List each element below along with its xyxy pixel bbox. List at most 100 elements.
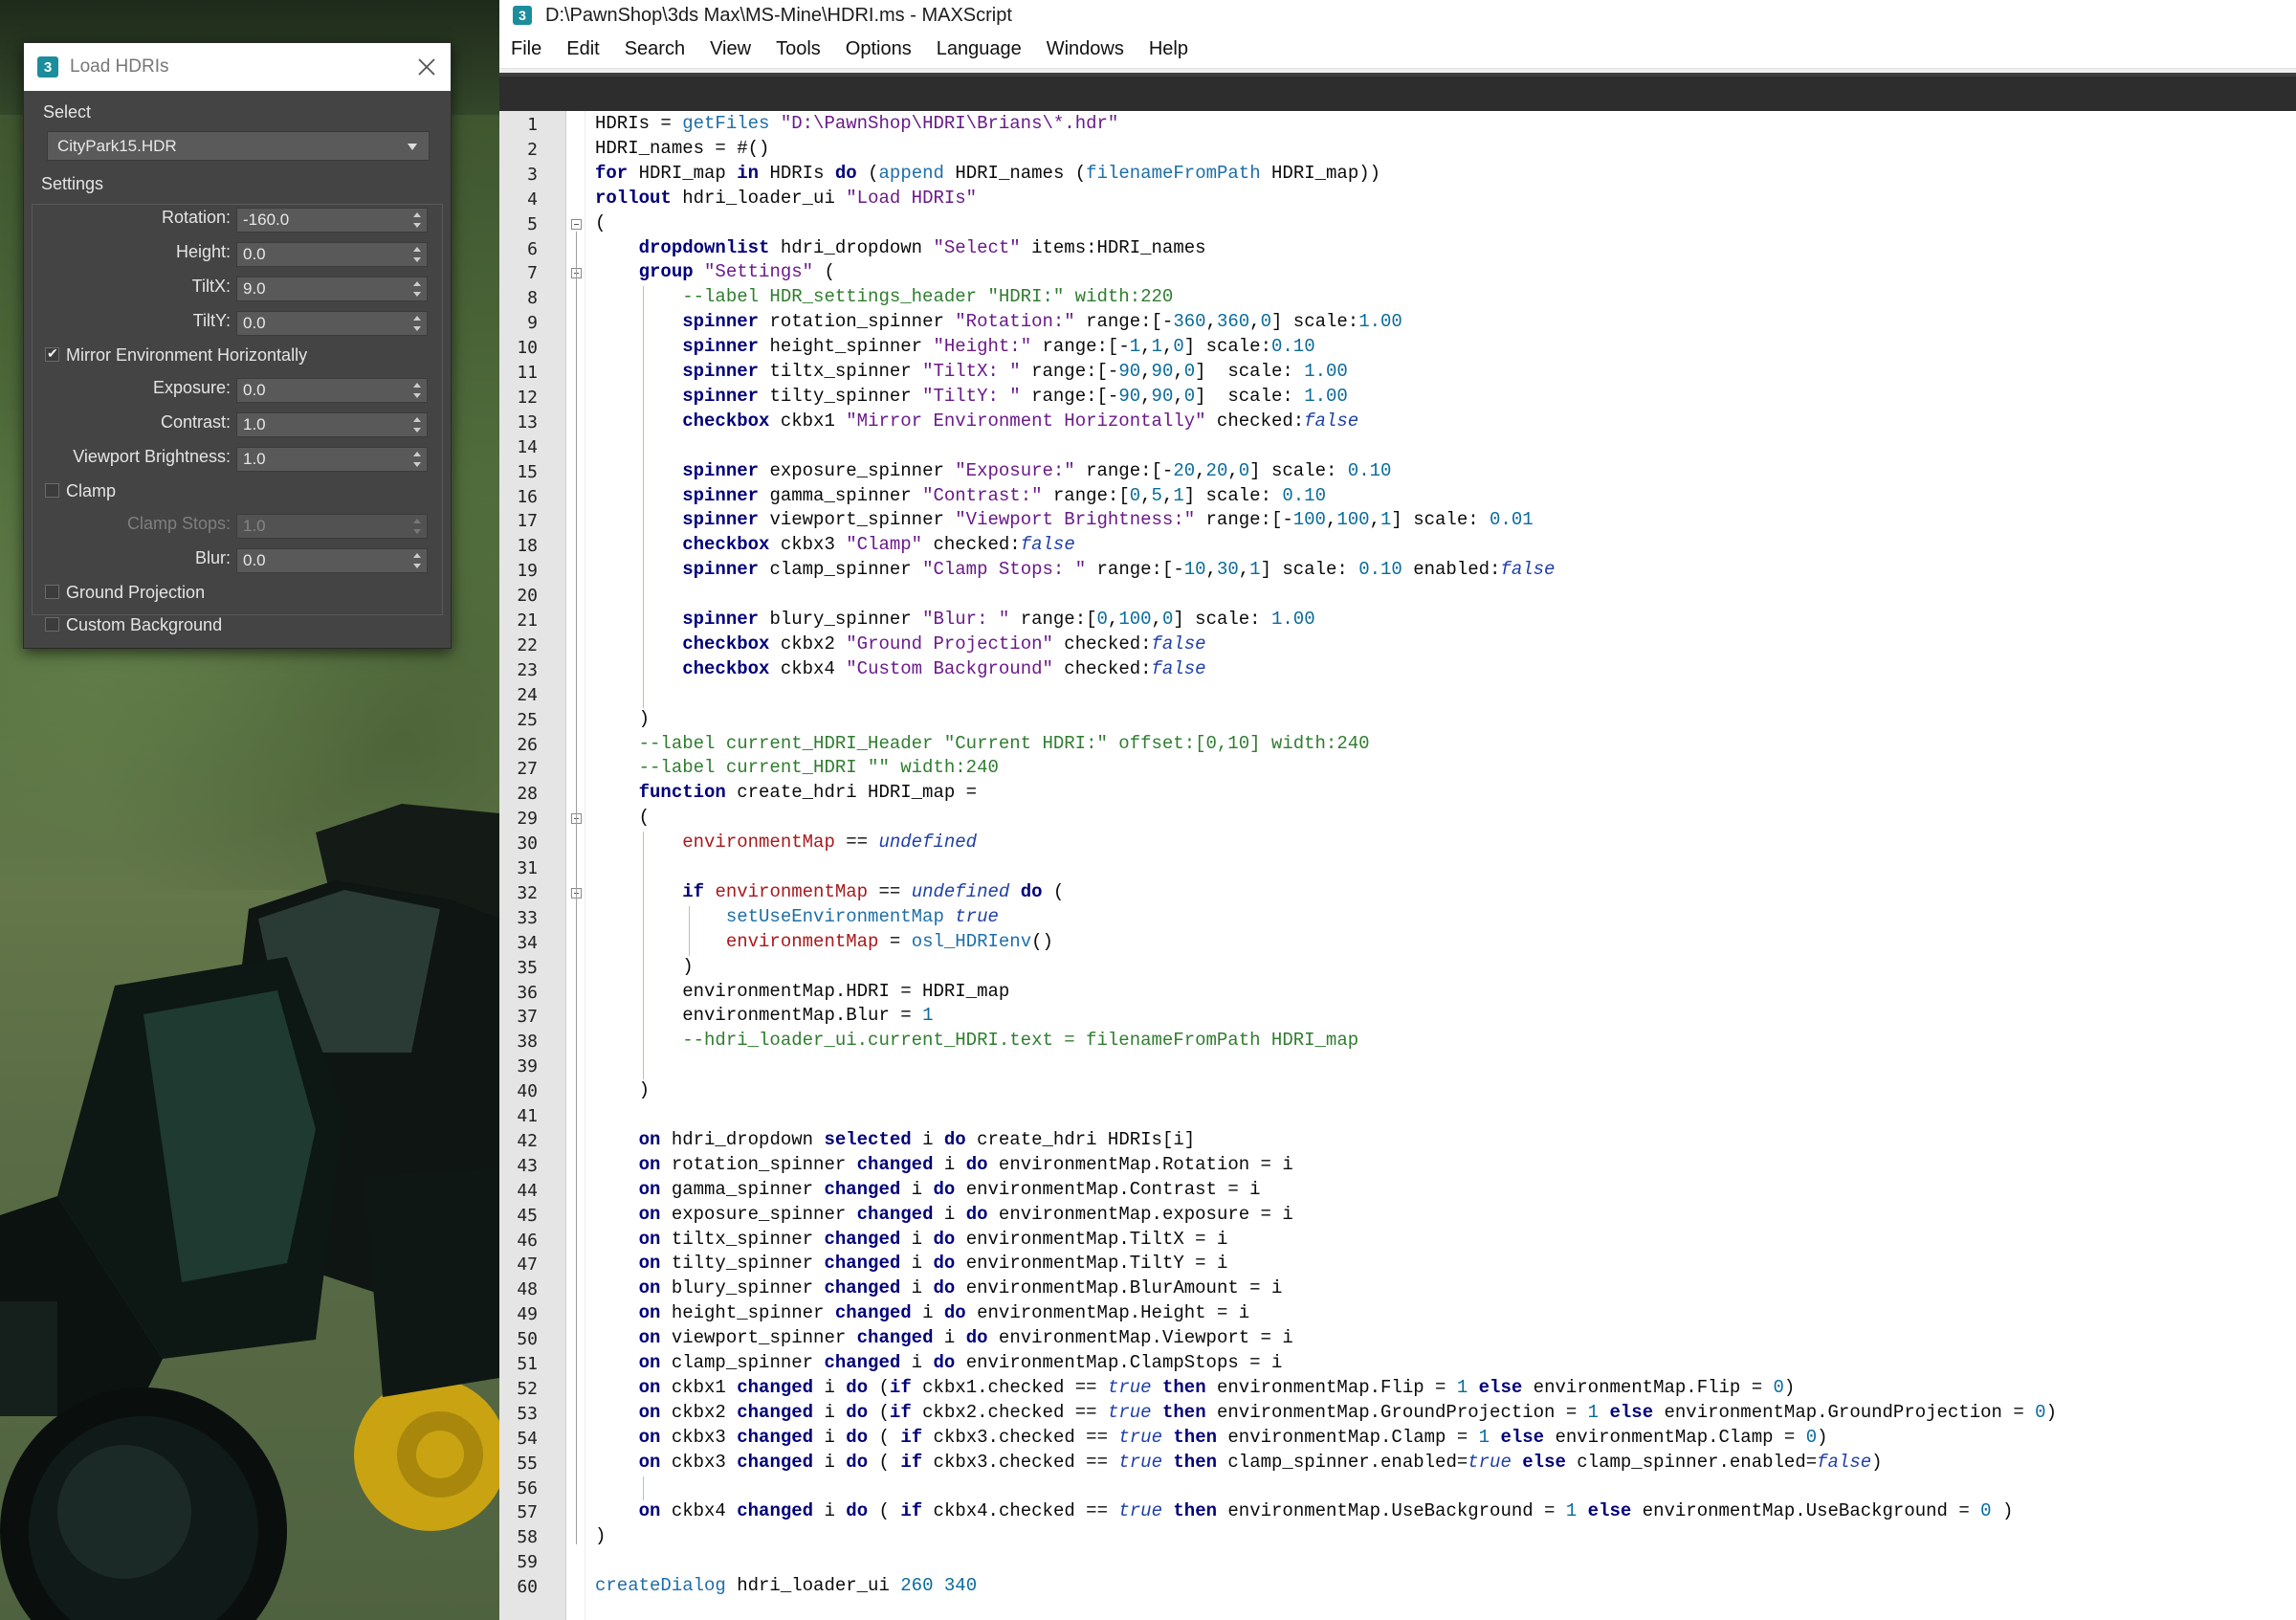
- clamp-stops-spinner: 1.0: [236, 514, 428, 539]
- code-line[interactable]: ): [595, 956, 693, 977]
- line-number: 15: [517, 461, 538, 482]
- spinner-arrows-icon[interactable]: [413, 281, 421, 297]
- code-line[interactable]: checkbox ckbx4 "Custom Background" check…: [595, 658, 1205, 679]
- code-line[interactable]: spinner tiltx_spinner "TiltX: " range:[-…: [595, 361, 1348, 382]
- spinner-arrows-icon[interactable]: [413, 383, 421, 398]
- code-line[interactable]: function create_hdri HDRI_map =: [595, 782, 977, 803]
- code-line[interactable]: checkbox ckbx2 "Ground Projection" check…: [595, 633, 1205, 655]
- code-line[interactable]: on ckbx4 changed i do ( if ckbx4.checked…: [595, 1500, 2014, 1521]
- contrast-spinner[interactable]: 1.0: [236, 412, 428, 437]
- menu-view[interactable]: View: [708, 34, 753, 64]
- code-line[interactable]: checkbox ckbx3 "Clamp" checked:false: [595, 534, 1075, 555]
- code-line[interactable]: environmentMap.HDRI = HDRI_map: [595, 981, 1009, 1002]
- clamp-checkbox[interactable]: [45, 483, 59, 498]
- mirror-checkbox[interactable]: [45, 345, 59, 362]
- blur-spinner[interactable]: 0.0: [236, 548, 428, 573]
- custom-background-checkbox[interactable]: [45, 617, 59, 632]
- code-editor[interactable]: 1 2 3 4 5 6 7 8 9 10 11 12 13 14 15 16 17 18 19 20 21 22 23 24 2…: [499, 111, 2296, 1620]
- code-line[interactable]: on ckbx2 changed i do (if ckbx2.checked …: [595, 1402, 2057, 1423]
- tilty-spinner[interactable]: 0.0: [236, 311, 428, 336]
- code-line[interactable]: rollout hdri_loader_ui "Load HDRIs": [595, 188, 977, 209]
- line-number: 52: [517, 1378, 538, 1399]
- code-line[interactable]: --label current_HDRI "" width:240: [595, 757, 999, 778]
- tiltx-value: 9.0: [243, 279, 266, 298]
- menu-edit[interactable]: Edit: [564, 34, 601, 64]
- line-number: 8: [527, 288, 538, 309]
- code-line[interactable]: ): [595, 1079, 650, 1100]
- exposure-spinner[interactable]: 0.0: [236, 378, 428, 403]
- code-line[interactable]: on hdri_dropdown selected i do create_hd…: [595, 1129, 1196, 1150]
- line-number: 44: [517, 1180, 538, 1201]
- dialog-titlebar[interactable]: 3 Load HDRIs: [24, 43, 451, 91]
- code-line[interactable]: spinner height_spinner "Height:" range:[…: [595, 336, 1314, 357]
- code-line[interactable]: spinner blury_spinner "Blur: " range:[0,…: [595, 609, 1314, 630]
- code-line[interactable]: spinner rotation_spinner "Rotation:" ran…: [595, 311, 1402, 332]
- spinner-arrows-icon[interactable]: [413, 212, 421, 228]
- code-line[interactable]: createDialog hdri_loader_ui 260 340: [595, 1575, 977, 1596]
- tiltx-spinner[interactable]: 9.0: [236, 277, 428, 301]
- code-line[interactable]: on clamp_spinner changed i do environmen…: [595, 1352, 1283, 1373]
- ground-projection-checkbox[interactable]: [45, 585, 59, 599]
- code-line[interactable]: on ckbx3 changed i do ( if ckbx3.checked…: [595, 1427, 1828, 1448]
- contrast-label: Contrast:: [160, 412, 231, 432]
- menu-help[interactable]: Help: [1147, 34, 1190, 64]
- code-line[interactable]: checkbox ckbx1 "Mirror Environment Horiz…: [595, 411, 1358, 432]
- menu-search[interactable]: Search: [623, 34, 687, 64]
- code-line[interactable]: on gamma_spinner changed i do environmen…: [595, 1179, 1261, 1200]
- code-line[interactable]: for HDRI_map in HDRIs do (append HDRI_na…: [595, 163, 1380, 184]
- spinner-arrows-icon[interactable]: [413, 247, 421, 262]
- menu-file[interactable]: File: [509, 34, 543, 64]
- code-line[interactable]: environmentMap.Blur = 1: [595, 1005, 933, 1026]
- height-spinner[interactable]: 0.0: [236, 242, 428, 267]
- code-line[interactable]: HDRI_names = #(): [595, 138, 769, 159]
- spinner-arrows-icon[interactable]: [413, 452, 421, 467]
- code-line[interactable]: (: [595, 807, 650, 828]
- close-icon[interactable]: [414, 55, 439, 79]
- code-line[interactable]: --label HDR_settings_header "HDRI:" widt…: [595, 286, 1173, 307]
- code-line[interactable]: on tiltx_spinner changed i do environmen…: [595, 1229, 1228, 1250]
- code-line[interactable]: on ckbx3 changed i do ( if ckbx3.checked…: [595, 1452, 1883, 1473]
- code-line[interactable]: spinner gamma_spinner "Contrast:" range:…: [595, 485, 1326, 506]
- code-line[interactable]: spinner clamp_spinner "Clamp Stops: " ra…: [595, 559, 1555, 580]
- code-line[interactable]: on exposure_spinner changed i do environ…: [595, 1204, 1293, 1225]
- menu-options[interactable]: Options: [844, 34, 914, 64]
- code-line[interactable]: environmentMap = osl_HDRIenv(): [595, 931, 1053, 952]
- line-number: 26: [517, 734, 538, 755]
- spinner-arrows-icon[interactable]: [413, 316, 421, 331]
- code-line[interactable]: --hdri_loader_ui.current_HDRI.text = fil…: [595, 1030, 1358, 1051]
- rotation-spinner[interactable]: -160.0: [236, 208, 428, 233]
- code-line[interactable]: group "Settings" (: [595, 261, 835, 282]
- rotation-value: -160.0: [243, 211, 290, 229]
- menu-language[interactable]: Language: [935, 34, 1024, 64]
- code-line[interactable]: environmentMap == undefined: [595, 832, 977, 853]
- code-line[interactable]: dropdownlist hdri_dropdown "Select" item…: [595, 237, 1206, 258]
- 3dsmax-app-icon: 3: [37, 56, 58, 78]
- code-line[interactable]: --label current_HDRI_Header "Current HDR…: [595, 733, 1370, 754]
- code-line[interactable]: (: [595, 212, 606, 233]
- code-line[interactable]: HDRIs = getFiles "D:\PawnShop\HDRI\Brian…: [595, 113, 1118, 134]
- fold-toggle-icon[interactable]: [571, 218, 582, 230]
- spinner-arrows-icon[interactable]: [413, 553, 421, 568]
- editor-titlebar[interactable]: 3 D:\PawnShop\3ds Max\MS-Mine\HDRI.ms - …: [499, 0, 2296, 31]
- code-line[interactable]: on tilty_spinner changed i do environmen…: [595, 1253, 1228, 1274]
- height-value: 0.0: [243, 245, 266, 263]
- code-line[interactable]: ): [595, 1525, 606, 1546]
- code-line[interactable]: spinner viewport_spinner "Viewport Brigh…: [595, 509, 1533, 530]
- code-line[interactable]: on blury_spinner changed i do environmen…: [595, 1277, 1283, 1298]
- code-line[interactable]: spinner exposure_spinner "Exposure:" ran…: [595, 460, 1391, 481]
- code-line[interactable]: ): [595, 708, 650, 729]
- spinner-arrows-icon[interactable]: [413, 417, 421, 433]
- hdri-dropdown[interactable]: CityPark15.HDR: [47, 131, 430, 161]
- code-line[interactable]: on viewport_spinner changed i do environ…: [595, 1327, 1293, 1348]
- code-line[interactable]: on rotation_spinner changed i do environ…: [595, 1154, 1293, 1175]
- menu-tools[interactable]: Tools: [774, 34, 823, 64]
- menu-windows[interactable]: Windows: [1045, 34, 1126, 64]
- viewport-brightness-spinner[interactable]: 1.0: [236, 447, 428, 472]
- code-line[interactable]: setUseEnvironmentMap true: [595, 906, 999, 927]
- blur-value: 0.0: [243, 551, 266, 569]
- code-line[interactable]: spinner tilty_spinner "TiltY: " range:[-…: [595, 386, 1348, 407]
- code-line[interactable]: if environmentMap == undefined do (: [595, 881, 1064, 902]
- tilty-label: TiltY:: [192, 311, 231, 330]
- code-line[interactable]: on height_spinner changed i do environme…: [595, 1302, 1250, 1323]
- code-line[interactable]: on ckbx1 changed i do (if ckbx1.checked …: [595, 1377, 1796, 1398]
